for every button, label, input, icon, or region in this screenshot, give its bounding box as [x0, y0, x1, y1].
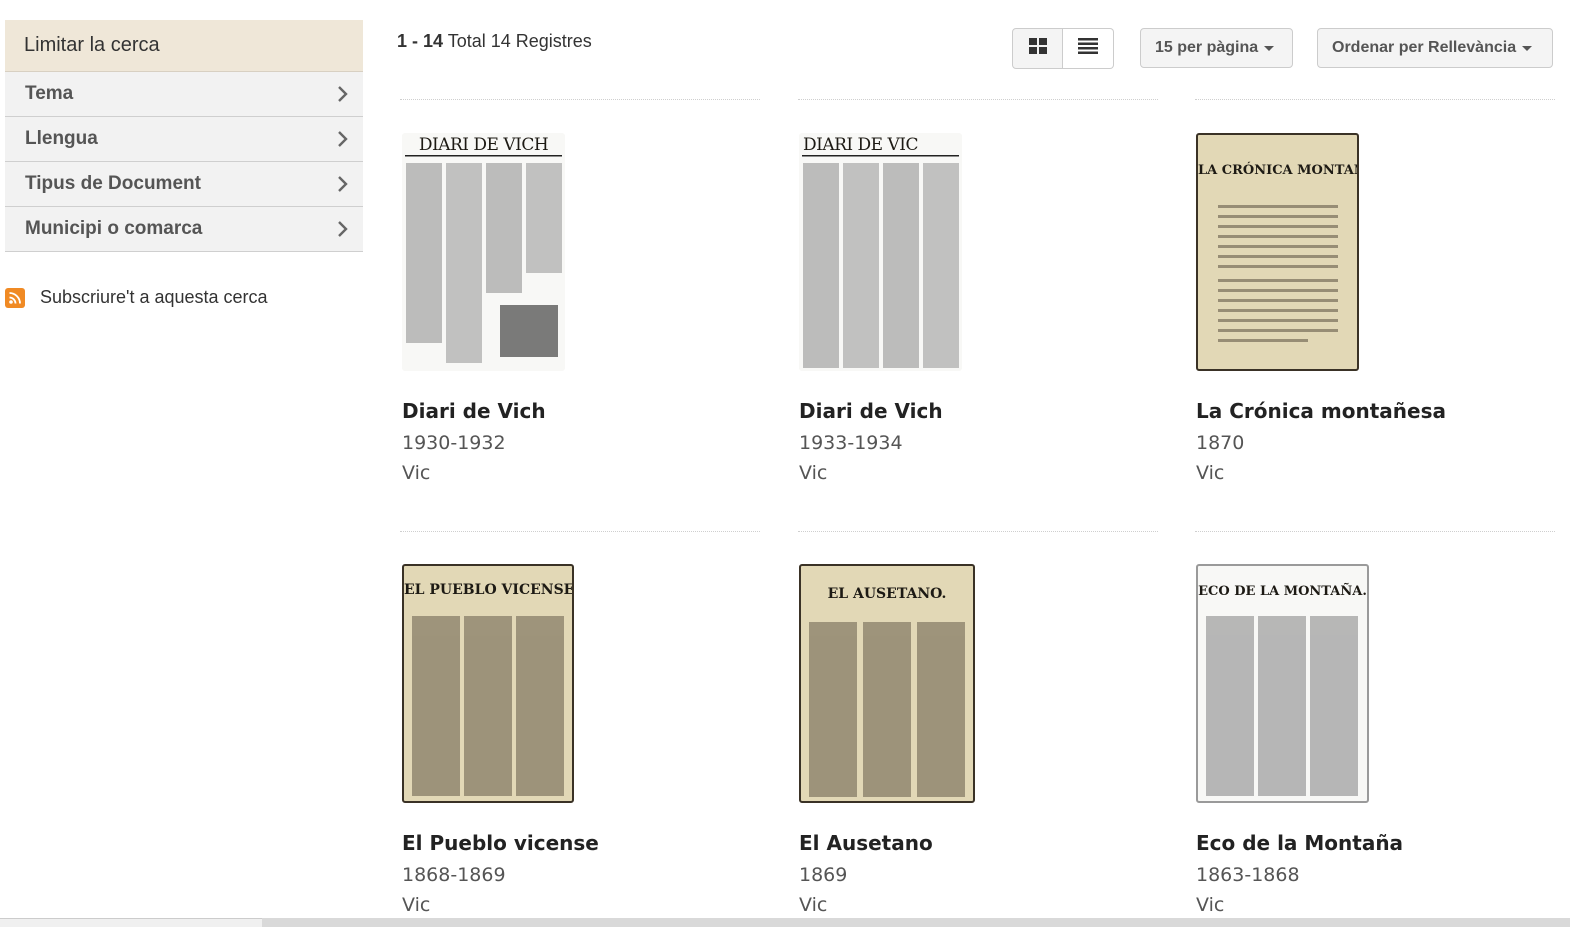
facet-sidebar-header: Limitar la cerca [5, 20, 363, 72]
card-place: Vic [402, 462, 431, 484]
result-card[interactable]: EL AUSETANO. El Ausetano 1869 Vic [799, 564, 1159, 916]
card-years: 1868-1869 [402, 864, 506, 886]
card-place: Vic [799, 462, 828, 484]
grid-view-button[interactable] [1012, 28, 1063, 69]
caret-down-icon [1522, 45, 1533, 51]
facet-label: Municipi o comarca [25, 218, 203, 239]
facet-label: Tipus de Document [25, 173, 201, 194]
per-page-dropdown[interactable]: 15 per pàgina [1140, 28, 1293, 68]
facet-tema[interactable]: Tema [5, 72, 363, 117]
result-card[interactable]: LA CRÓNICA MONTAÑESA La Crónica montañes… [1196, 133, 1556, 484]
results-range: 1 - 14 [397, 31, 444, 51]
row-divider [400, 99, 760, 100]
card-place: Vic [402, 894, 431, 916]
chevron-right-icon [333, 84, 353, 104]
result-card[interactable]: DIARI DE VICH Diari de Vich 1930-1932 Vi… [402, 133, 762, 484]
card-title[interactable]: Eco de la Montaña [1196, 831, 1556, 855]
row-divider [798, 531, 1158, 532]
chevron-right-icon [333, 174, 353, 194]
thumbnail-masthead: DIARI DE VIC [803, 135, 918, 155]
grid-icon [1028, 38, 1047, 59]
card-place: Vic [799, 894, 828, 916]
list-icon [1078, 38, 1098, 59]
thumbnail-masthead: LA CRÓNICA MONTAÑESA [1198, 163, 1357, 178]
card-title[interactable]: Diari de Vich [402, 399, 762, 423]
row-divider [400, 531, 760, 532]
thumbnail-masthead: DIARI DE VICH [418, 135, 549, 155]
facet-label: Tema [25, 83, 74, 104]
newspaper-thumbnail[interactable]: DIARI DE VICH [402, 133, 565, 371]
card-years: 1933-1934 [799, 432, 903, 454]
rss-icon [5, 287, 25, 308]
card-years: 1930-1932 [402, 432, 506, 454]
facet-municipi-comarca[interactable]: Municipi o comarca [5, 207, 363, 252]
newspaper-thumbnail[interactable]: DIARI DE VIC [799, 133, 962, 371]
result-card[interactable]: ECO DE LA MONTAÑA. Eco de la Montaña 186… [1196, 564, 1556, 916]
row-divider [1195, 99, 1555, 100]
thumbnail-masthead: EL PUEBLO VICENSE. [404, 582, 574, 598]
facet-sidebar: Limitar la cerca Tema Llengua Tipus de D… [5, 20, 363, 252]
card-place: Vic [1196, 894, 1225, 916]
per-page-label: 15 per pàgina [1155, 39, 1259, 56]
card-title[interactable]: El Ausetano [799, 831, 1159, 855]
card-years: 1870 [1196, 432, 1245, 454]
view-toggle [1012, 28, 1114, 69]
result-card[interactable]: EL PUEBLO VICENSE. El Pueblo vicense 186… [402, 564, 762, 916]
card-years: 1863-1868 [1196, 864, 1300, 886]
subscribe-search-link[interactable]: Subscriure't a aquesta cerca [5, 287, 268, 308]
list-view-button[interactable] [1063, 28, 1114, 69]
card-title[interactable]: El Pueblo vicense [402, 831, 762, 855]
sort-dropdown[interactable]: Ordenar per Rellevància [1317, 28, 1553, 68]
chevron-right-icon [333, 219, 353, 239]
row-divider [798, 99, 1158, 100]
card-title[interactable]: La Crónica montañesa [1196, 399, 1556, 423]
facet-label: Llengua [25, 128, 98, 149]
chevron-right-icon [333, 129, 353, 149]
facet-tipus-document[interactable]: Tipus de Document [5, 162, 363, 207]
horizontal-scrollbar[interactable] [262, 918, 1570, 927]
results-count: 1 - 14 Total 14 Registres [397, 31, 592, 52]
card-title[interactable]: Diari de Vich [799, 399, 1159, 423]
scrollbar-track [0, 918, 262, 927]
sort-label: Ordenar per Rellevància [1332, 39, 1517, 56]
thumbnail-masthead: ECO DE LA MONTAÑA. [1198, 584, 1367, 599]
newspaper-thumbnail[interactable]: ECO DE LA MONTAÑA. [1196, 564, 1369, 803]
thumbnail-masthead: EL AUSETANO. [827, 586, 947, 602]
caret-down-icon [1264, 45, 1275, 51]
card-place: Vic [1196, 462, 1225, 484]
subscribe-label: Subscriure't a aquesta cerca [40, 287, 268, 307]
newspaper-thumbnail[interactable]: EL AUSETANO. [799, 564, 975, 803]
card-years: 1869 [799, 864, 848, 886]
facet-llengua[interactable]: Llengua [5, 117, 363, 162]
newspaper-thumbnail[interactable]: LA CRÓNICA MONTAÑESA [1196, 133, 1359, 371]
row-divider [1195, 531, 1555, 532]
result-card[interactable]: DIARI DE VIC Diari de Vich 1933-1934 Vic [799, 133, 1159, 484]
newspaper-thumbnail[interactable]: EL PUEBLO VICENSE. [402, 564, 574, 803]
results-total: Total 14 Registres [447, 31, 592, 51]
